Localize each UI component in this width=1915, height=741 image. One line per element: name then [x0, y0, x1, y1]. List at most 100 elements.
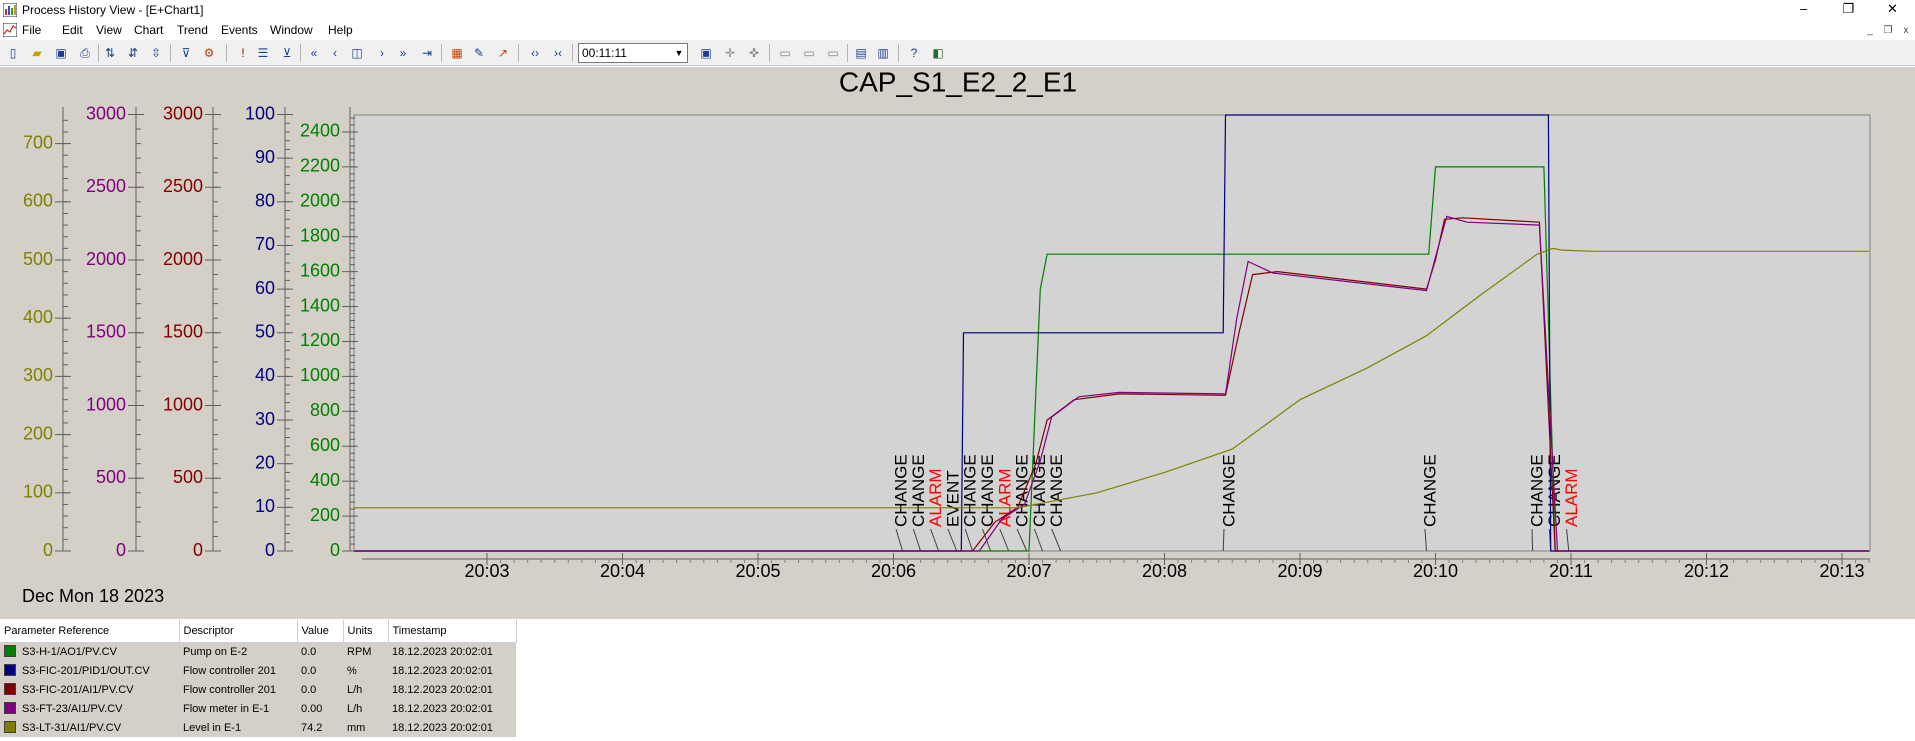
legend-row[interactable]: S3-H-1/AO1/PV.CV Pump on E-2 0.0 RPM 18.12.2… [0, 642, 516, 661]
legend-panel: Parameter Reference Descriptor Value Uni… [0, 620, 1915, 741]
y-tick-label-flow_ctrl: 1500 [163, 322, 203, 342]
trend-icon[interactable]: ↗ [494, 44, 512, 62]
prev-icon[interactable]: ‹ [326, 44, 344, 62]
legend-row[interactable]: S3-LT-31/AI1/PV.CV Level in E-1 74.2 mm 18.1… [0, 718, 516, 737]
chart-add-icon[interactable]: ▦ [448, 44, 466, 62]
open-icon[interactable]: ▰ [28, 44, 46, 62]
header-parameter-reference[interactable]: Parameter Reference [0, 620, 180, 643]
event-list-icon[interactable]: ☰ [254, 44, 272, 62]
legend-row[interactable]: S3-FIC-201/PID1/OUT.CV Flow controller 20… [0, 661, 516, 680]
x-tick-label: 20:03 [464, 561, 509, 581]
y-tick-label-percent: 30 [255, 409, 275, 429]
menu-help[interactable]: Help [328, 23, 353, 37]
zoom-out-icon[interactable]: ›‹ [549, 44, 567, 62]
legend-units: % [347, 664, 357, 677]
cursor2-icon[interactable]: ✜ [745, 44, 763, 62]
event-label[interactable]: CHANGE [891, 454, 910, 527]
y-tick-label-flow_ctrl: 2000 [163, 249, 203, 269]
split2-icon[interactable]: ▥ [874, 44, 892, 62]
filter-icon[interactable]: ⊽ [177, 44, 195, 62]
event-label[interactable]: EVENT [943, 470, 962, 527]
sort-icon[interactable]: ⇳ [147, 44, 165, 62]
event-label[interactable]: CHANGE [1420, 454, 1439, 527]
restore-button[interactable]: ❐ [1826, 0, 1871, 20]
event-label[interactable]: CHANGE [1219, 454, 1238, 527]
legend-value: 0.00 [301, 702, 323, 715]
header-timestamp[interactable]: Timestamp [388, 620, 517, 643]
minimize-button[interactable]: – [1781, 0, 1826, 20]
help-icon[interactable]: ? [905, 44, 923, 62]
menu-trend[interactable]: Trend [177, 23, 208, 37]
event-label[interactable]: CHANGE [909, 454, 928, 527]
y-tick-label-rpm: 1800 [300, 225, 340, 245]
event-leader-line [1531, 528, 1534, 552]
last-icon[interactable]: ⇥ [418, 44, 436, 62]
mdi-close-button[interactable]: x [1898, 25, 1914, 36]
cursor-icon[interactable]: ✛ [721, 44, 739, 62]
layout2-icon[interactable]: ▭ [800, 44, 818, 62]
event-label[interactable]: CHANGE [1527, 454, 1546, 527]
next-fast-icon[interactable]: » [394, 44, 412, 62]
y-tick-label-level: 200 [23, 423, 53, 443]
y-tick-label-percent: 0 [265, 540, 275, 560]
legend-row[interactable]: S3-FT-23/AI1/PV.CV Flow meter in E-1 0.00 L… [0, 699, 516, 718]
legend-color-swatch [4, 645, 16, 658]
event-label[interactable]: CHANGE [1013, 454, 1032, 527]
first-icon[interactable]: « [305, 44, 323, 62]
menu-file[interactable]: File [22, 23, 41, 37]
y-tick-label-percent: 70 [255, 234, 275, 254]
event-label[interactable]: ALARM [995, 468, 1014, 527]
legend-row[interactable]: S3-FIC-201/AI1/PV.CV Flow controller 201 0… [0, 680, 516, 699]
sort-asc-icon[interactable]: ⇅ [101, 44, 119, 62]
event-label[interactable]: ALARM [926, 468, 945, 527]
chart-settings-icon[interactable]: ⚙ [200, 44, 218, 62]
next-icon[interactable]: › [373, 44, 391, 62]
event-label[interactable]: CHANGE [978, 454, 997, 527]
menu-chart[interactable]: Chart [134, 23, 163, 37]
close-button[interactable]: ✕ [1870, 0, 1915, 20]
y-tick-label-level: 0 [43, 540, 53, 560]
legend-ref: S3-H-1/AO1/PV.CV [22, 646, 117, 659]
legend-timestamp: 18.12.2023 20:02:01 [392, 645, 493, 658]
layout1-icon[interactable]: ▭ [776, 44, 794, 62]
event-label[interactable]: CHANGE [1047, 454, 1066, 527]
exclamation-icon[interactable]: ! [234, 44, 252, 62]
menu-view[interactable]: View [96, 23, 122, 37]
trend-chart[interactable]: CAP_S1_E2_2_E1 Dec Mon 18 2023 010020030… [0, 67, 1915, 619]
menu-window[interactable]: Window [270, 23, 313, 37]
split-icon[interactable]: ▤ [852, 44, 870, 62]
time-span-field[interactable]: 00:11:11 ▼ [578, 43, 688, 63]
header-descriptor[interactable]: Descriptor [179, 620, 298, 643]
y-tick-label-percent: 80 [255, 191, 275, 211]
chevron-down-icon[interactable]: ▼ [671, 44, 687, 62]
event-label[interactable]: CHANGE [961, 454, 980, 527]
filter-settings-icon[interactable]: ⊻ [278, 44, 296, 62]
zoom-in-icon[interactable]: ‹› [526, 44, 544, 62]
header-value[interactable]: Value [297, 620, 344, 643]
legend-value: 0.0 [301, 664, 317, 677]
mdi-minimize-button[interactable]: _ [1862, 25, 1878, 36]
toolbar-separator [170, 44, 171, 62]
pen-icon[interactable]: ✎ [470, 44, 488, 62]
toolbar-separator [898, 44, 899, 62]
document-icon[interactable] [3, 23, 17, 37]
info-icon[interactable]: ◧ [929, 44, 947, 62]
menu-edit[interactable]: Edit [62, 23, 83, 37]
home-icon[interactable]: ◫ [348, 44, 366, 62]
menu-events[interactable]: Events [221, 23, 258, 37]
y-tick-label-rpm: 400 [310, 470, 340, 490]
y-tick-label-level: 100 [23, 482, 53, 502]
save-icon[interactable]: ▣ [52, 44, 70, 62]
new-icon[interactable]: ▯ [4, 44, 22, 62]
layout3-icon[interactable]: ▭ [824, 44, 842, 62]
legend-value: 0.0 [301, 683, 317, 696]
print-icon[interactable]: ⎙ [76, 44, 94, 62]
y-tick-label-level: 300 [23, 365, 53, 385]
sort-desc-icon[interactable]: ⇵ [124, 44, 142, 62]
event-label[interactable]: ALARM [1562, 468, 1581, 527]
camera-icon[interactable]: ▣ [697, 44, 715, 62]
header-units[interactable]: Units [343, 620, 389, 643]
y-tick-label-flow_ctrl: 500 [173, 467, 203, 487]
mdi-restore-button[interactable]: ❐ [1880, 25, 1896, 36]
y-tick-label-rpm: 2200 [300, 156, 340, 176]
